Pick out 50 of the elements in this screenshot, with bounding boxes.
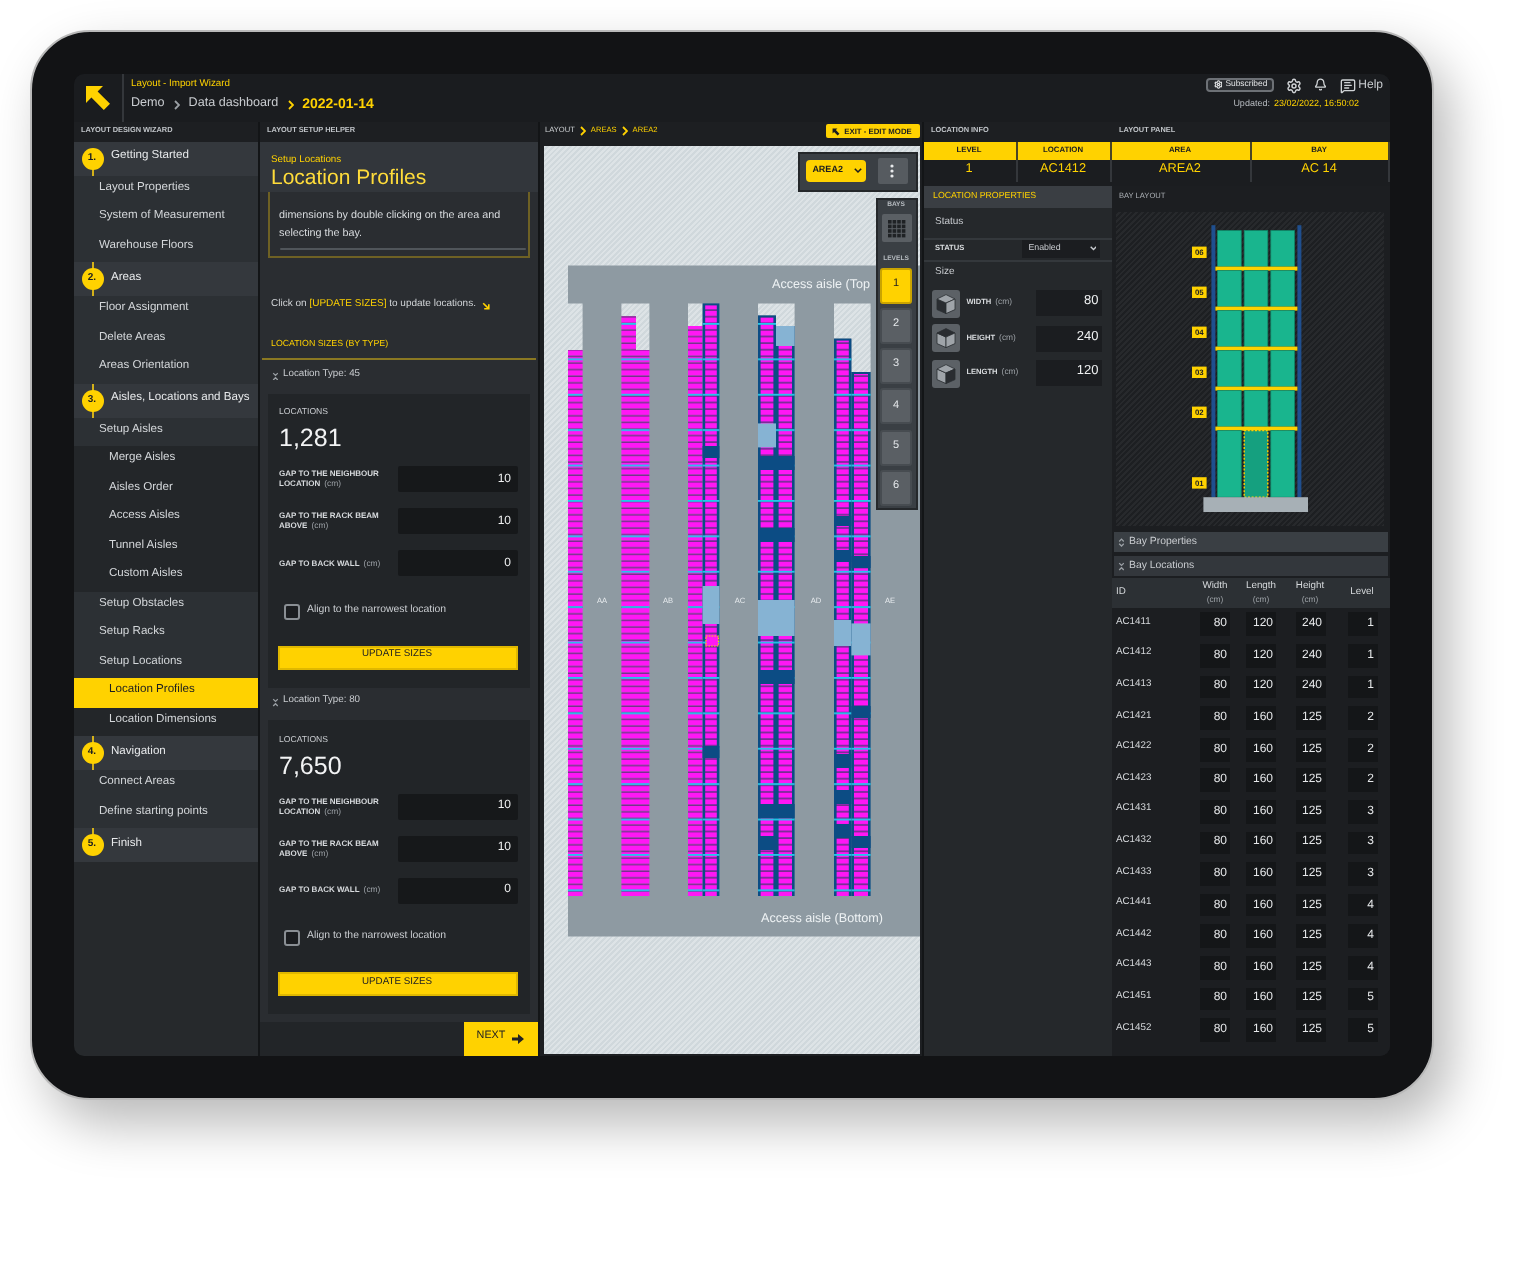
storage-box[interactable]: [1242, 390, 1268, 428]
more-icon: [890, 164, 895, 178]
count-value: 1,281: [277, 425, 344, 453]
checkbox[interactable]: [283, 930, 299, 946]
storage-box[interactable]: [1242, 350, 1268, 388]
storage-box[interactable]: [1216, 270, 1241, 308]
checkbox[interactable]: [283, 603, 299, 619]
cube-icon: [932, 324, 961, 352]
expand-icon[interactable]: [1117, 538, 1124, 548]
selected-location-marker: [704, 634, 718, 646]
collapse-icon[interactable]: [271, 698, 278, 708]
bell-icon[interactable]: [1314, 78, 1328, 92]
arrow-icon[interactable]: [83, 83, 111, 111]
storage-box[interactable]: [1269, 390, 1294, 428]
chevron-icon: [287, 99, 294, 110]
collapse-icon[interactable]: [271, 371, 278, 381]
collapse-icon[interactable]: [1117, 562, 1124, 572]
arrow-icon: [481, 301, 490, 309]
storage-box[interactable]: [1242, 230, 1268, 268]
storage-box[interactable]: [1269, 350, 1294, 388]
caret-icon: [854, 168, 863, 174]
storage-box[interactable]: [1216, 350, 1241, 388]
storage-box[interactable]: [1242, 270, 1268, 308]
chevron-icon: [579, 126, 586, 136]
page-heading: Location Profiles: [271, 168, 429, 190]
settings-icon[interactable]: [1286, 77, 1303, 93]
count-value: 7,650: [277, 752, 344, 780]
storage-box[interactable]: [1216, 430, 1241, 498]
storage-box[interactable]: [1242, 310, 1268, 348]
cube-icon: [932, 359, 961, 387]
cube-icon: [932, 289, 961, 317]
rack-base: [1202, 497, 1307, 513]
grid-icon: [887, 219, 905, 237]
chevron-icon: [173, 99, 180, 110]
storage-box[interactable]: [1216, 390, 1241, 428]
chevron-icon: [621, 126, 628, 136]
storage-box[interactable]: [1269, 270, 1294, 308]
storage-box[interactable]: [1216, 230, 1241, 268]
scrollbar[interactable]: [279, 247, 525, 250]
storage-box[interactable]: [1216, 310, 1241, 348]
arrow-icon: [511, 1033, 524, 1043]
arrow-icon: [832, 127, 841, 135]
caret-icon: [1089, 246, 1097, 252]
bays-button[interactable]: [881, 214, 911, 242]
more-button[interactable]: [877, 158, 908, 184]
storage-box[interactable]: [1269, 430, 1294, 498]
storage-box[interactable]: [1269, 310, 1294, 348]
chat-icon: [1339, 77, 1356, 93]
storage-box[interactable]: [1269, 230, 1294, 268]
gear-icon: [1213, 80, 1223, 90]
